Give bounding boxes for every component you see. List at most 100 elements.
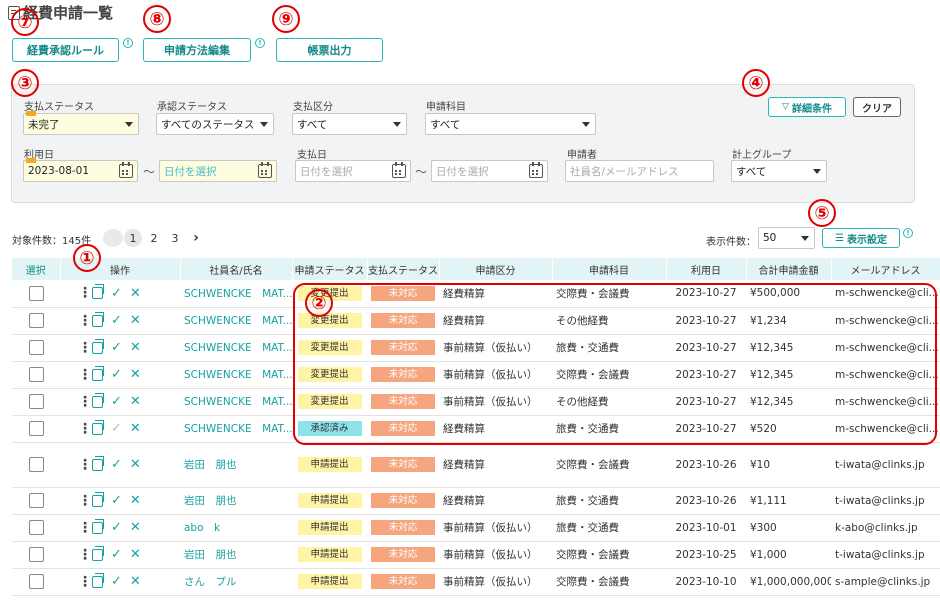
use-date-to-input[interactable]: 日付を選択 xyxy=(159,160,277,182)
approve-icon[interactable]: ✓ xyxy=(111,340,122,355)
table-row[interactable]: ⋮ ✓ ✕ 岩田 朋也 申請提出 未対応 経費精算 旅費・交通費 2023-10-26 ¥1,11… xyxy=(12,487,940,515)
row-checkbox[interactable] xyxy=(28,367,44,382)
clear-button[interactable]: クリア xyxy=(853,97,901,117)
row-checkbox[interactable] xyxy=(28,421,44,436)
copy-icon[interactable] xyxy=(92,284,104,300)
row-checkbox[interactable] xyxy=(28,457,44,472)
approve-icon[interactable]: ✓ xyxy=(111,574,122,589)
header-select[interactable]: 選択 xyxy=(12,258,61,280)
payment-type-select[interactable]: すべて xyxy=(292,113,407,135)
table-row[interactable]: ⋮ ✓ ✕ SCHWENCKE MAT... 承認済み 未対応 経費精算 旅費・交通費 2023… xyxy=(12,415,940,443)
row-checkbox[interactable] xyxy=(28,285,44,301)
more-icon[interactable]: ⋮ xyxy=(78,367,92,383)
header-employee[interactable]: 社員名/氏名 xyxy=(180,258,293,280)
calendar-icon[interactable] xyxy=(119,162,133,178)
table-row[interactable]: ⋮ ✓ ✕ 岩田 朋也 申請提出 未対応 経費精算 交際費・会議費 2023-10-26 ¥10 t… xyxy=(12,442,940,488)
row-checkbox[interactable] xyxy=(28,493,44,508)
more-icon[interactable]: ⋮ xyxy=(78,421,92,437)
reject-icon[interactable]: ✕ xyxy=(130,520,141,535)
calendar-icon[interactable] xyxy=(392,162,406,178)
header-apply-status[interactable]: 申請ステータス xyxy=(292,258,368,280)
approval-status-select[interactable]: すべてのステータス xyxy=(156,113,274,135)
table-row[interactable]: ⋮ ✓ ✕ SCHWENCKE MAT... 変更提出 未対応 事前精算（仮払い） 交際費・会… xyxy=(12,361,940,389)
display-settings-info-icon[interactable]: ! xyxy=(903,228,913,238)
copy-icon[interactable] xyxy=(92,572,104,588)
payment-status-select[interactable]: 未完了 xyxy=(23,111,139,135)
item-select[interactable]: すべて xyxy=(425,113,596,135)
reject-icon[interactable]: ✕ xyxy=(130,394,141,409)
approval-rule-button[interactable]: 経費承認ルール xyxy=(12,38,119,62)
header-pay-status[interactable]: 支払ステータス xyxy=(367,258,440,280)
copy-icon[interactable] xyxy=(92,338,104,354)
more-icon[interactable]: ⋮ xyxy=(78,313,92,329)
more-icon[interactable]: ⋮ xyxy=(78,574,92,590)
prev-page-button[interactable] xyxy=(103,229,123,247)
employee-name[interactable]: SCHWENCKE MAT... xyxy=(180,334,292,362)
more-icon[interactable]: ⋮ xyxy=(78,457,92,473)
employee-name[interactable]: 岩田 朋也 xyxy=(180,487,292,515)
copy-icon[interactable] xyxy=(92,311,104,327)
approve-icon[interactable]: ✓ xyxy=(111,457,122,472)
table-row[interactable]: ⋮ ✓ ✕ SCHWENCKE MAT... 変更提出 未対応 事前精算（仮払い） 旅費・交通… xyxy=(12,334,940,362)
approve-icon[interactable]: ✓ xyxy=(111,421,122,436)
calendar-icon[interactable] xyxy=(258,162,272,178)
employee-name[interactable]: SCHWENCKE MAT... xyxy=(180,388,292,416)
row-checkbox[interactable] xyxy=(28,394,44,409)
header-total[interactable]: 合計申請金額 xyxy=(746,258,832,280)
reject-icon[interactable]: ✕ xyxy=(130,286,141,301)
group-select[interactable]: すべて xyxy=(731,160,827,182)
more-icon[interactable]: ⋮ xyxy=(78,340,92,356)
more-icon[interactable]: ⋮ xyxy=(78,493,92,509)
copy-icon[interactable] xyxy=(92,365,104,381)
reject-icon[interactable]: ✕ xyxy=(130,340,141,355)
employee-name[interactable]: SCHWENCKE MAT... xyxy=(180,415,292,443)
reject-icon[interactable]: ✕ xyxy=(130,493,141,508)
payment-date-from-input[interactable]: 日付を選択 xyxy=(295,160,411,182)
calendar-icon[interactable] xyxy=(529,162,543,178)
row-checkbox[interactable] xyxy=(28,574,44,589)
copy-icon[interactable] xyxy=(92,545,104,561)
reject-icon[interactable]: ✕ xyxy=(130,547,141,562)
more-icon[interactable]: ⋮ xyxy=(78,394,92,410)
reject-icon[interactable]: ✕ xyxy=(130,421,141,436)
method-edit-info-icon[interactable]: ! xyxy=(255,38,265,48)
approve-icon[interactable]: ✓ xyxy=(111,367,122,382)
reject-icon[interactable]: ✕ xyxy=(130,313,141,328)
reject-icon[interactable]: ✕ xyxy=(130,367,141,382)
approve-icon[interactable]: ✓ xyxy=(111,520,122,535)
display-settings-button[interactable]: ☰ 表示設定 xyxy=(822,228,900,248)
table-row[interactable]: ⋮ ✓ ✕ SCHWENCKE MAT... 変更提出 未対応 経費精算 その他経費 2023-… xyxy=(12,307,940,335)
header-email[interactable]: メールアドレス xyxy=(831,258,940,280)
more-icon[interactable]: ⋮ xyxy=(78,520,92,536)
table-row[interactable]: ⋮ ✓ ✕ さん プル 申請提出 未対応 事前精算（仮払い） 交際費・会議費 2023-10-1… xyxy=(12,568,940,596)
header-apply-item[interactable]: 申請科目 xyxy=(552,258,667,280)
row-checkbox[interactable] xyxy=(28,520,44,535)
employee-name[interactable]: 岩田 朋也 xyxy=(180,541,292,569)
approve-icon[interactable]: ✓ xyxy=(111,493,122,508)
table-row[interactable]: ⋮ ✓ ✕ abo k 申請提出 未対応 事前精算（仮払い） 旅費・交通費 2023-10-01… xyxy=(12,514,940,542)
approve-icon[interactable]: ✓ xyxy=(111,547,122,562)
header-use-date[interactable]: 利用日 xyxy=(666,258,747,280)
page-3-button[interactable]: 3 xyxy=(166,229,184,247)
employee-name[interactable]: SCHWENCKE MAT... xyxy=(180,361,292,389)
payment-date-to-input[interactable]: 日付を選択 xyxy=(431,160,548,182)
report-output-button[interactable]: 帳票出力 xyxy=(276,38,383,62)
approval-rule-info-icon[interactable]: ! xyxy=(123,38,133,48)
approve-icon[interactable]: ✓ xyxy=(111,313,122,328)
more-icon[interactable]: ⋮ xyxy=(78,547,92,563)
copy-icon[interactable] xyxy=(92,419,104,435)
detail-conditions-button[interactable]: ▽ 詳細条件 xyxy=(768,97,846,117)
table-row[interactable]: ⋮ ✓ ✕ SCHWENCKE MAT... 変更提出 未対応 事前精算（仮払い） その他経費… xyxy=(12,388,940,416)
reject-icon[interactable]: ✕ xyxy=(130,457,141,472)
next-page-button[interactable]: › xyxy=(187,229,205,247)
employee-name[interactable]: SCHWENCKE MAT... xyxy=(180,280,292,308)
row-checkbox[interactable] xyxy=(28,313,44,328)
copy-icon[interactable] xyxy=(92,491,104,507)
more-icon[interactable]: ⋮ xyxy=(78,285,92,301)
page-size-select[interactable]: 50 xyxy=(758,227,815,249)
copy-icon[interactable] xyxy=(92,392,104,408)
header-apply-type[interactable]: 申請区分 xyxy=(439,258,553,280)
employee-name[interactable]: さん プル xyxy=(180,568,292,596)
copy-icon[interactable] xyxy=(92,518,104,534)
row-checkbox[interactable] xyxy=(28,547,44,562)
